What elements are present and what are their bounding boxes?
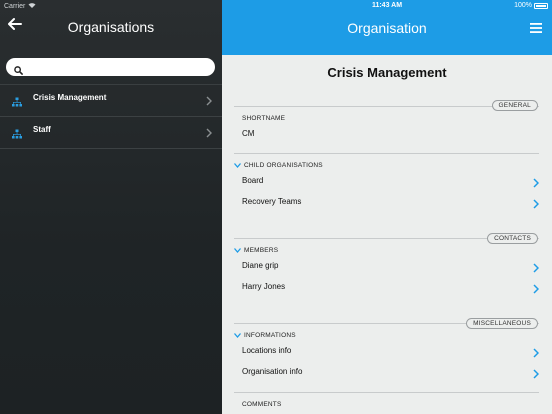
organisations-title: Organisations xyxy=(67,19,155,35)
status-time: 11:43 AM xyxy=(371,2,403,9)
section-badge-contacts: CONTACTS xyxy=(487,233,538,244)
member-row[interactable]: Diane grip xyxy=(234,256,540,277)
informations-header[interactable]: INFORMATIONS xyxy=(234,332,296,339)
information-row[interactable]: Organisation info xyxy=(234,362,540,383)
status-bar-left: Carrier xyxy=(4,2,36,10)
status-bar-right: 100% xyxy=(514,2,548,9)
members-header[interactable]: MEMBERS xyxy=(234,247,278,254)
hamburger-menu-icon[interactable] xyxy=(530,21,542,33)
organisation-title: Organisation xyxy=(347,20,427,36)
search-input[interactable] xyxy=(28,60,208,74)
members-label: MEMBERS xyxy=(244,247,279,254)
row-label: Board xyxy=(242,176,264,185)
child-organisation-row[interactable]: Board xyxy=(234,171,540,192)
section-divider xyxy=(234,392,539,393)
battery-percent: 100% xyxy=(514,2,532,9)
child-organisation-row[interactable]: Recovery Teams xyxy=(234,192,540,213)
chevron-down-icon xyxy=(234,248,241,253)
carrier-label: Carrier xyxy=(4,2,26,10)
search-icon xyxy=(14,62,24,75)
chevron-right-icon xyxy=(206,125,212,138)
chevron-down-icon xyxy=(234,333,241,338)
organisations-panel: Carrier Organisations Crisis Management xyxy=(0,0,222,414)
wifi-icon xyxy=(28,2,36,10)
battery-icon xyxy=(534,2,548,9)
chevron-right-icon xyxy=(206,93,212,106)
member-row[interactable]: Harry Jones xyxy=(234,277,540,298)
chevron-right-icon xyxy=(533,196,540,209)
row-label: Recovery Teams xyxy=(242,197,302,206)
chevron-down-icon xyxy=(234,163,241,168)
section-divider xyxy=(234,153,539,154)
organisation-name-heading: Crisis Management xyxy=(327,65,447,80)
row-label: Organisation info xyxy=(242,367,303,376)
organisation-detail-panel: 11:43 AM 100% Organisation Crisis Manage… xyxy=(222,0,552,414)
shortname-label: SHORTNAME xyxy=(242,115,286,122)
search-bar[interactable] xyxy=(6,58,215,76)
section-badge-general: GENERAL xyxy=(491,100,538,111)
information-row[interactable]: Locations info xyxy=(234,341,540,362)
section-badge-miscellaneous: MISCELLANEOUS xyxy=(466,318,538,329)
left-header: Organisations xyxy=(0,12,222,44)
informations-label: INFORMATIONS xyxy=(244,332,296,339)
hierarchy-icon xyxy=(12,126,22,139)
child-organisations-label: CHILD ORGANISATIONS xyxy=(244,162,323,169)
row-label: Diane grip xyxy=(242,261,279,270)
right-header: 11:43 AM 100% Organisation xyxy=(222,0,552,55)
chevron-right-icon xyxy=(533,366,540,379)
chevron-right-icon xyxy=(533,345,540,358)
chevron-right-icon xyxy=(533,281,540,294)
organisation-item-label: Crisis Management xyxy=(33,93,107,102)
organisation-item-staff[interactable]: Staff xyxy=(0,117,222,149)
child-organisations-header[interactable]: CHILD ORGANISATIONS xyxy=(234,162,323,169)
organisation-item-label: Staff xyxy=(33,125,51,134)
shortname-value: CM xyxy=(242,129,255,138)
chevron-right-icon xyxy=(533,260,540,273)
comments-label: COMMENTS xyxy=(242,401,282,408)
organisation-list: Crisis Management Staff xyxy=(0,85,222,149)
hierarchy-icon xyxy=(12,94,22,107)
chevron-right-icon xyxy=(533,175,540,188)
organisation-item-crisis-management[interactable]: Crisis Management xyxy=(0,85,222,117)
row-label: Locations info xyxy=(242,346,292,355)
row-label: Harry Jones xyxy=(242,282,286,291)
